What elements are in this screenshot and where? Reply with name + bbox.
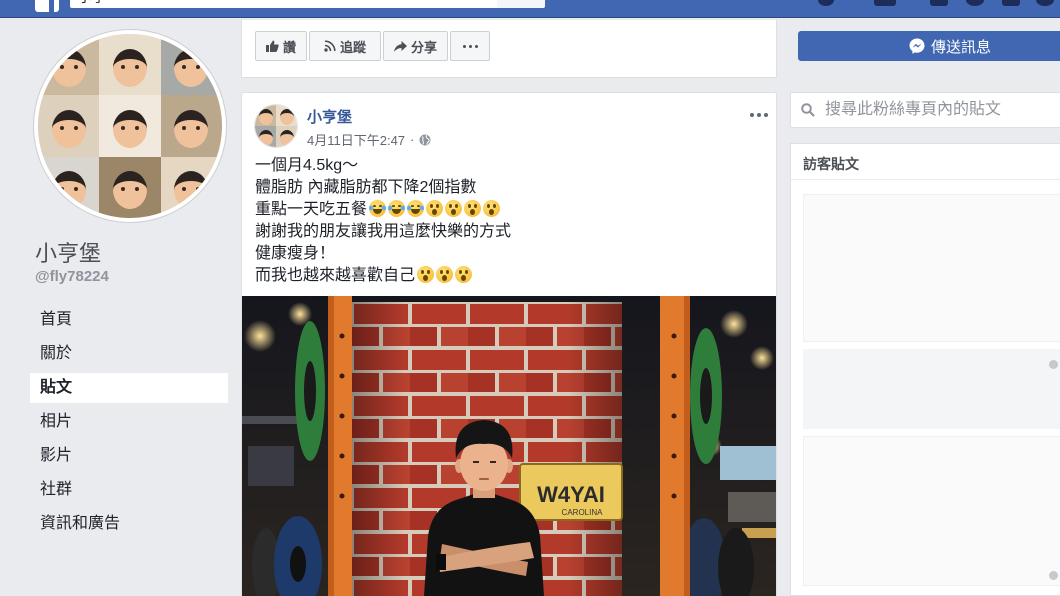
profile-photo-tile: [38, 156, 100, 218]
nav-item-home[interactable]: 首頁: [30, 303, 228, 337]
page-post-search: [790, 92, 1060, 128]
share-page-button[interactable]: 分享: [383, 31, 448, 61]
nav-item-info-and-ads[interactable]: 資訊和廣告: [30, 507, 228, 541]
like-page-label: 讚: [282, 39, 296, 55]
nav-item-videos[interactable]: 影片: [30, 439, 228, 473]
post-text-line: 重點一天吃五餐: [255, 199, 760, 221]
nav-item-photos[interactable]: 相片: [30, 405, 228, 439]
home-icon[interactable]: [874, 0, 896, 6]
page-action-bar: 讚 追蹤 分享: [241, 20, 777, 78]
astonished-emoji: [417, 266, 435, 283]
post-text: 健康瘦身！: [255, 245, 336, 262]
post-author-name[interactable]: 小亨堡: [307, 106, 352, 127]
profile-photo-tile: [160, 34, 222, 96]
avatar-photo-tile: [276, 126, 297, 147]
top-navigation-bar: [0, 0, 1060, 18]
post-text-line: 一個月4.5kg～: [255, 155, 760, 177]
post-author-avatar[interactable]: [255, 105, 297, 147]
post-text-line: 健康瘦身！: [255, 243, 760, 265]
more-actions-button[interactable]: [450, 31, 490, 61]
joy-emoji: [388, 200, 406, 217]
page-username[interactable]: @fly78224: [35, 268, 109, 285]
profile-photo-tile: [38, 95, 100, 157]
messenger-icon[interactable]: [966, 0, 984, 6]
page-name[interactable]: 小亨堡: [35, 240, 101, 268]
post-photo[interactable]: W4YAI CAROLINA: [242, 296, 776, 596]
page-navigation: 首頁 關於 貼文 相片 影片 社群 資訊和廣告: [30, 303, 228, 541]
nav-item-posts[interactable]: 貼文: [30, 371, 228, 405]
meta-separator: ·: [410, 132, 415, 147]
messenger-icon: [909, 38, 925, 54]
emoji-group: [367, 200, 501, 218]
post-text: 謝謝我的朋友讓我用這麼快樂的方式: [255, 223, 512, 240]
share-arrow-icon: [393, 40, 407, 52]
send-message-label: 傳送訊息: [931, 38, 992, 56]
post-text-line: 體脂肪 內藏脂肪都下降2個指數: [255, 177, 760, 199]
post-text-line: 謝謝我的朋友讓我用這麼快樂的方式: [255, 221, 760, 243]
license-plate-number: W4YAI: [537, 482, 605, 507]
post-meta: 4月11日下午2:47 ·: [307, 130, 431, 149]
profile-picture[interactable]: [34, 30, 226, 222]
profile-avatar-icon[interactable]: [818, 0, 834, 6]
globe-icon[interactable]: [419, 134, 431, 146]
visitor-post-preview[interactable]: [803, 194, 1060, 342]
visitor-post-preview[interactable]: [803, 436, 1060, 586]
visitor-post-preview[interactable]: [803, 349, 1060, 429]
post-timestamp[interactable]: 4月11日下午2:47: [307, 130, 405, 149]
like-page-button[interactable]: 讚: [255, 31, 307, 61]
post-options-icon[interactable]: [750, 113, 768, 117]
astonished-emoji: [426, 200, 444, 217]
astonished-emoji: [455, 266, 473, 283]
follow-page-button[interactable]: 追蹤: [309, 31, 381, 61]
astonished-emoji: [436, 266, 454, 283]
profile-photo-tile: [160, 95, 222, 157]
post-text: 重點一天吃五餐: [255, 201, 368, 218]
avatar-photo-tile: [276, 105, 297, 126]
post-text: 體脂肪 內藏脂肪都下降2個指數: [255, 179, 477, 196]
joy-emoji: [369, 200, 387, 217]
astonished-emoji: [483, 200, 501, 217]
visitor-posts-card: 訪客貼文: [790, 143, 1060, 596]
visitor-avatar-icon: [1049, 571, 1058, 580]
emoji-group: [415, 266, 473, 284]
send-message-button[interactable]: 傳送訊息: [798, 31, 1060, 61]
post-text: 一個月4.5kg～: [255, 157, 359, 174]
global-search-button[interactable]: [497, 0, 545, 8]
nav-item-community[interactable]: 社群: [30, 473, 228, 507]
profile-photo-tile: [99, 34, 161, 96]
post-text: 而我也越來越喜歡自己: [255, 267, 416, 284]
follow-icon: [324, 40, 336, 52]
help-icon[interactable]: [1036, 0, 1054, 6]
license-plate: W4YAI CAROLINA: [519, 463, 623, 521]
share-page-label: 分享: [410, 39, 437, 55]
post-body: 一個月4.5kg～ 體脂肪 內藏脂肪都下降2個指數 重點一天吃五餐 謝謝我的朋友…: [255, 155, 760, 287]
search-icon: [801, 103, 815, 117]
post-card: 小亨堡 4月11日下午2:47 · 一個月4.5kg～ 體脂肪 內藏脂肪都下降2…: [241, 92, 777, 596]
post-text-line: 而我也越來越喜歡自己: [255, 265, 760, 287]
profile-photo-tile: [160, 156, 222, 218]
astonished-emoji: [464, 200, 482, 217]
global-search-input[interactable]: [70, 0, 498, 8]
facebook-logo-icon[interactable]: [35, 0, 59, 12]
joy-emoji: [407, 200, 425, 217]
visitor-avatar-icon: [1049, 360, 1058, 369]
more-options-icon: [462, 44, 478, 48]
profile-photo-tile: [99, 95, 161, 157]
thumbs-up-icon: [265, 40, 279, 52]
page-post-search-input[interactable]: [825, 93, 1057, 127]
profile-photo-tile: [99, 156, 161, 218]
license-plate-state: CAROLINA: [562, 508, 604, 517]
nav-item-about[interactable]: 關於: [30, 337, 228, 371]
visitor-posts-title: 訪客貼文: [803, 156, 859, 172]
astonished-emoji: [445, 200, 463, 217]
profile-photo-tile: [38, 34, 100, 96]
avatar-photo-tile: [255, 126, 276, 147]
friend-requests-icon[interactable]: [930, 0, 948, 6]
follow-page-label: 追蹤: [339, 39, 366, 55]
notifications-icon[interactable]: [1002, 0, 1020, 6]
avatar-photo-tile: [255, 105, 276, 126]
divider: [791, 179, 1060, 180]
